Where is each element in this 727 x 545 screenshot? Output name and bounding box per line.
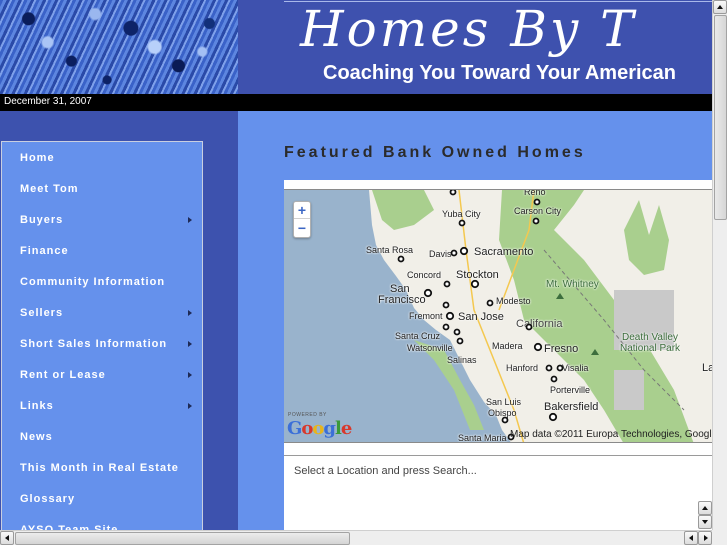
inner-scroll-down-button[interactable]	[698, 515, 712, 529]
map-label-santa-maria: Santa Maria	[458, 433, 507, 443]
nav-item-ayso-team-site[interactable]: AYSO Team Site	[2, 514, 202, 530]
arrow-up-icon	[717, 5, 723, 9]
nav-item-this-month-in-real-estate[interactable]: This Month in Real Estate	[2, 452, 202, 483]
map-label-francisco: Francisco	[378, 294, 426, 306]
nav-item-label: Home	[20, 152, 55, 164]
map-label-fresno: Fresno	[544, 343, 579, 355]
map-label-san-luis: San Luis	[486, 397, 522, 407]
map-label-davis: Davis	[429, 249, 452, 259]
nav-item-label: Links	[20, 400, 54, 412]
map-label-santa-cruz: Santa Cruz	[395, 331, 441, 341]
marble-header-image	[0, 0, 238, 94]
logo-letter: g	[323, 418, 336, 439]
nav-item-label: This Month in Real Estate	[20, 462, 179, 474]
map-label-madera: Madera	[492, 341, 523, 351]
map-label-santa-rosa: Santa Rosa	[366, 245, 414, 255]
vertical-scroll-thumb[interactable]	[714, 15, 727, 220]
scrollbar-corner	[712, 530, 727, 545]
zoom-in-button[interactable]: +	[294, 202, 310, 219]
nav-item-glossary[interactable]: Glossary	[2, 483, 202, 514]
horizontal-scroll-thumb[interactable]	[15, 532, 350, 545]
scroll-up-button[interactable]	[713, 0, 727, 14]
map-label-visalia: Visalia	[562, 363, 589, 373]
nav-item-meet-tom[interactable]: Meet Tom	[2, 173, 202, 204]
map-label-obispo: Obispo	[488, 408, 517, 418]
arrow-right-icon	[704, 535, 708, 541]
map-label-sacramento: Sacramento	[474, 246, 534, 258]
map-label-california: California	[516, 318, 563, 330]
zoom-out-button[interactable]: −	[294, 220, 310, 237]
logo-letter: o	[301, 418, 313, 439]
arrow-up-icon	[702, 506, 708, 510]
nav-item-short-sales-information[interactable]: Short Sales Information	[2, 328, 202, 359]
submenu-arrow-icon	[188, 217, 192, 223]
search-results-panel: Select a Location and press Search...	[284, 455, 712, 530]
map-label-watsonville: Watsonville	[407, 343, 453, 353]
map-label-san-jose: San Jose	[458, 311, 504, 323]
vertical-scrollbar[interactable]	[712, 0, 727, 530]
nav-item-rent-or-lease[interactable]: Rent or Lease	[2, 359, 202, 390]
results-placeholder-text: Select a Location and press Search...	[294, 465, 477, 477]
inner-scroll-up-button[interactable]	[698, 501, 712, 515]
site-header: Homes By T Coaching You Toward Your Amer…	[0, 0, 712, 94]
logo-letter: o	[312, 418, 324, 439]
date-bar: December 31, 2007	[0, 94, 712, 111]
nav-item-news[interactable]: News	[2, 421, 202, 452]
restricted-area	[614, 370, 644, 410]
map-label-reno: Reno	[524, 189, 546, 197]
submenu-arrow-icon	[188, 341, 192, 347]
map-label-concord: Concord	[407, 270, 442, 280]
nav-item-label: Sellers	[20, 307, 64, 319]
nav-item-home[interactable]: Home	[2, 142, 202, 173]
nav-item-label: Community Information	[20, 276, 166, 288]
scroll-right-button[interactable]	[698, 531, 712, 545]
page-viewport: Homes By T Coaching You Toward Your Amer…	[0, 0, 712, 530]
nav-item-label: Rent or Lease	[20, 369, 106, 381]
arrow-left-icon	[5, 535, 9, 541]
scroll-left-button[interactable]	[0, 531, 14, 545]
map-label-stockton: Stockton	[456, 269, 499, 281]
arrow-down-icon	[702, 520, 708, 524]
map-label-mt-whitney: Mt. Whitney	[546, 279, 599, 290]
current-date: December 31, 2007	[4, 96, 92, 107]
nav-item-label: Buyers	[20, 214, 64, 226]
map-label-yuba-city: Yuba City	[442, 209, 481, 219]
logo-letter: e	[340, 418, 352, 439]
map-attribution: Map data ©2011 Europa Technologies, Goog…	[510, 429, 712, 440]
map-zoom-control: + −	[293, 201, 311, 238]
nav-item-community-information[interactable]: Community Information	[2, 266, 202, 297]
nav-item-buyers[interactable]: Buyers	[2, 204, 202, 235]
map-label-hanford: Hanford	[506, 363, 539, 373]
nav-item-label: Meet Tom	[20, 183, 79, 195]
nav-item-label: News	[20, 431, 53, 443]
logo-letter: G	[287, 418, 302, 439]
nav-item-links[interactable]: Links	[2, 390, 202, 421]
map-label-national-park: National Park	[620, 343, 681, 354]
map-label-la: La	[702, 362, 712, 374]
site-tagline: Coaching You Toward Your American	[323, 62, 677, 84]
submenu-arrow-icon	[188, 372, 192, 378]
map-label-salinas: Salinas	[447, 355, 477, 365]
horizontal-scrollbar[interactable]	[0, 530, 712, 545]
map-label-bakersfield: Bakersfield	[544, 401, 599, 413]
nav-item-label: Glossary	[20, 493, 76, 505]
nav-item-sellers[interactable]: Sellers	[2, 297, 202, 328]
page-title: Featured Bank Owned Homes	[284, 144, 586, 161]
google-map[interactable]: + − Reno Carson City Yuba City Santa Ros…	[284, 189, 712, 443]
sidebar-nav: Home Meet Tom Buyers Finance Community I…	[1, 141, 203, 530]
map-label-death-valley: Death Valley	[622, 332, 678, 343]
arrow-left-icon	[689, 535, 693, 541]
scroll-left-button-end[interactable]	[684, 531, 698, 545]
map-label-fremont: Fremont	[409, 311, 443, 321]
map-label-carson-city: Carson City	[514, 206, 562, 216]
google-logo[interactable]: Google	[287, 418, 352, 439]
nav-item-finance[interactable]: Finance	[2, 235, 202, 266]
map-label-porterville: Porterville	[550, 385, 591, 395]
site-title: Homes By T	[300, 0, 637, 58]
submenu-arrow-icon	[188, 310, 192, 316]
map-label-modesto: Modesto	[496, 296, 531, 306]
submenu-arrow-icon	[188, 403, 192, 409]
nav-item-label: Finance	[20, 245, 69, 257]
nav-item-label: Short Sales Information	[20, 338, 168, 350]
